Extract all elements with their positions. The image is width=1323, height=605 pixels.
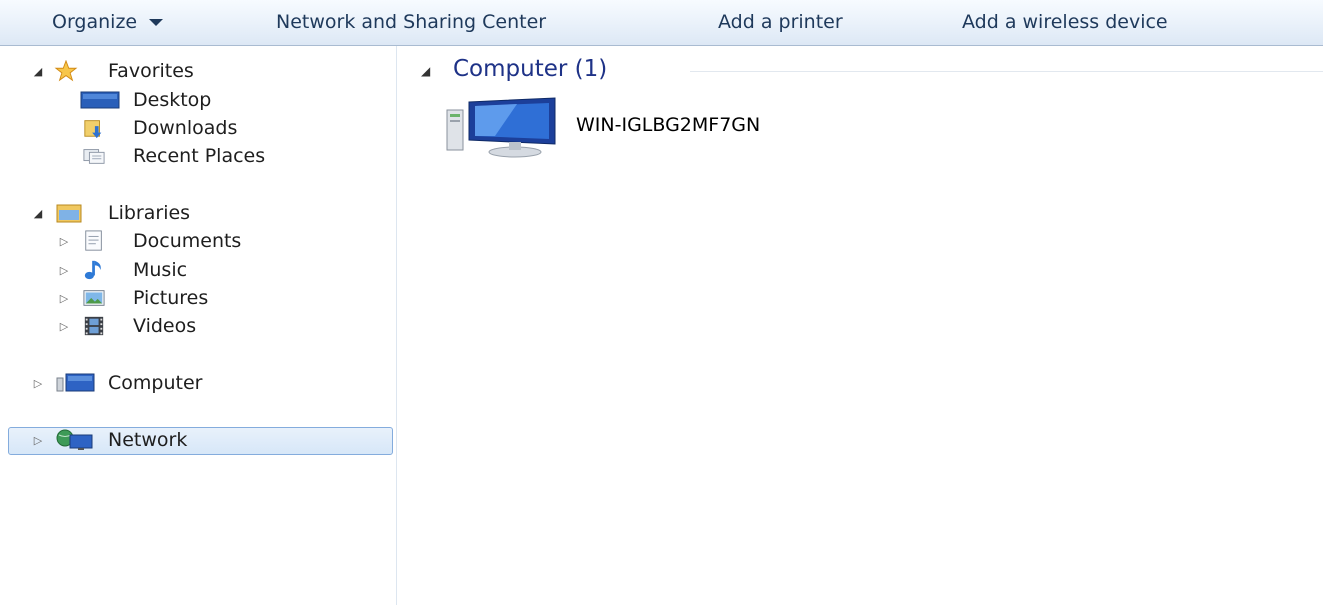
network-icon — [56, 429, 93, 450]
nav-label-computer: Computer — [108, 372, 203, 394]
chevron-down-icon — [149, 19, 164, 26]
nav-item-documents[interactable]: ▷ Documents — [8, 228, 393, 256]
nav-label-network: Network — [108, 429, 188, 451]
collapsed-arrow-icon[interactable]: ▷ — [58, 292, 70, 306]
command-bar: Organize Network and Sharing Center Add … — [0, 0, 1323, 46]
add-printer-button[interactable]: Add a printer — [718, 11, 843, 33]
expanded-arrow-icon[interactable]: ◢ — [32, 65, 44, 79]
music-icon — [84, 260, 101, 280]
nav-item-computer[interactable]: ▷ Computer — [8, 370, 393, 398]
nav-item-videos[interactable]: ▷ Videos — [8, 313, 393, 341]
favorites-star-icon — [54, 60, 78, 82]
nav-label-documents: Documents — [133, 230, 242, 252]
computer-item[interactable]: WIN-IGLBG2MF7GN — [440, 92, 860, 164]
nav-label-favorites: Favorites — [108, 60, 194, 82]
desktop-icon — [80, 91, 120, 109]
nav-label-downloads: Downloads — [133, 117, 238, 139]
expanded-arrow-icon[interactable]: ◢ — [32, 207, 44, 221]
computer-icon — [446, 97, 556, 158]
nav-item-music[interactable]: ▷ Music — [8, 257, 393, 285]
computer-icon — [56, 373, 95, 392]
downloads-icon — [84, 120, 102, 139]
navigation-pane: ◢ Favorites Desktop Downloads Recent Pla… — [0, 46, 397, 605]
nav-label-libraries: Libraries — [108, 202, 191, 224]
pictures-icon — [83, 290, 105, 306]
nav-label-desktop: Desktop — [133, 89, 212, 111]
nav-label-pictures: Pictures — [133, 287, 209, 309]
organize-button[interactable]: Organize — [52, 11, 164, 33]
nav-item-libraries[interactable]: ◢ Libraries — [8, 200, 393, 228]
collapsed-arrow-icon[interactable]: ▷ — [32, 434, 44, 448]
recent-places-icon — [83, 149, 105, 164]
documents-icon — [85, 230, 102, 251]
videos-icon — [84, 316, 104, 336]
nav-label-music: Music — [133, 259, 188, 281]
collapsed-arrow-icon[interactable]: ▷ — [32, 377, 44, 391]
group-collapse-arrow-icon[interactable]: ◢ — [421, 64, 430, 78]
collapsed-arrow-icon[interactable]: ▷ — [58, 264, 70, 278]
group-header-computer[interactable]: Computer (1) — [453, 56, 607, 82]
nav-label-videos: Videos — [133, 315, 197, 337]
collapsed-arrow-icon[interactable]: ▷ — [58, 320, 70, 334]
network-sharing-center-button[interactable]: Network and Sharing Center — [276, 11, 546, 33]
nav-item-recent-places[interactable]: Recent Places — [8, 143, 393, 171]
collapsed-arrow-icon[interactable]: ▷ — [58, 235, 70, 249]
nav-item-pictures[interactable]: ▷ Pictures — [8, 285, 393, 313]
add-wireless-device-button[interactable]: Add a wireless device — [962, 11, 1168, 33]
nav-item-desktop[interactable]: Desktop — [8, 87, 393, 115]
nav-item-downloads[interactable]: Downloads — [8, 115, 393, 143]
computer-item-label: WIN-IGLBG2MF7GN — [576, 114, 761, 136]
libraries-icon — [56, 204, 82, 223]
nav-item-network[interactable]: ▷ Network — [8, 427, 393, 455]
nav-item-favorites[interactable]: ◢ Favorites — [8, 58, 393, 86]
nav-label-recent-places: Recent Places — [133, 145, 266, 167]
organize-label: Organize — [52, 11, 138, 33]
group-divider — [690, 71, 1323, 72]
